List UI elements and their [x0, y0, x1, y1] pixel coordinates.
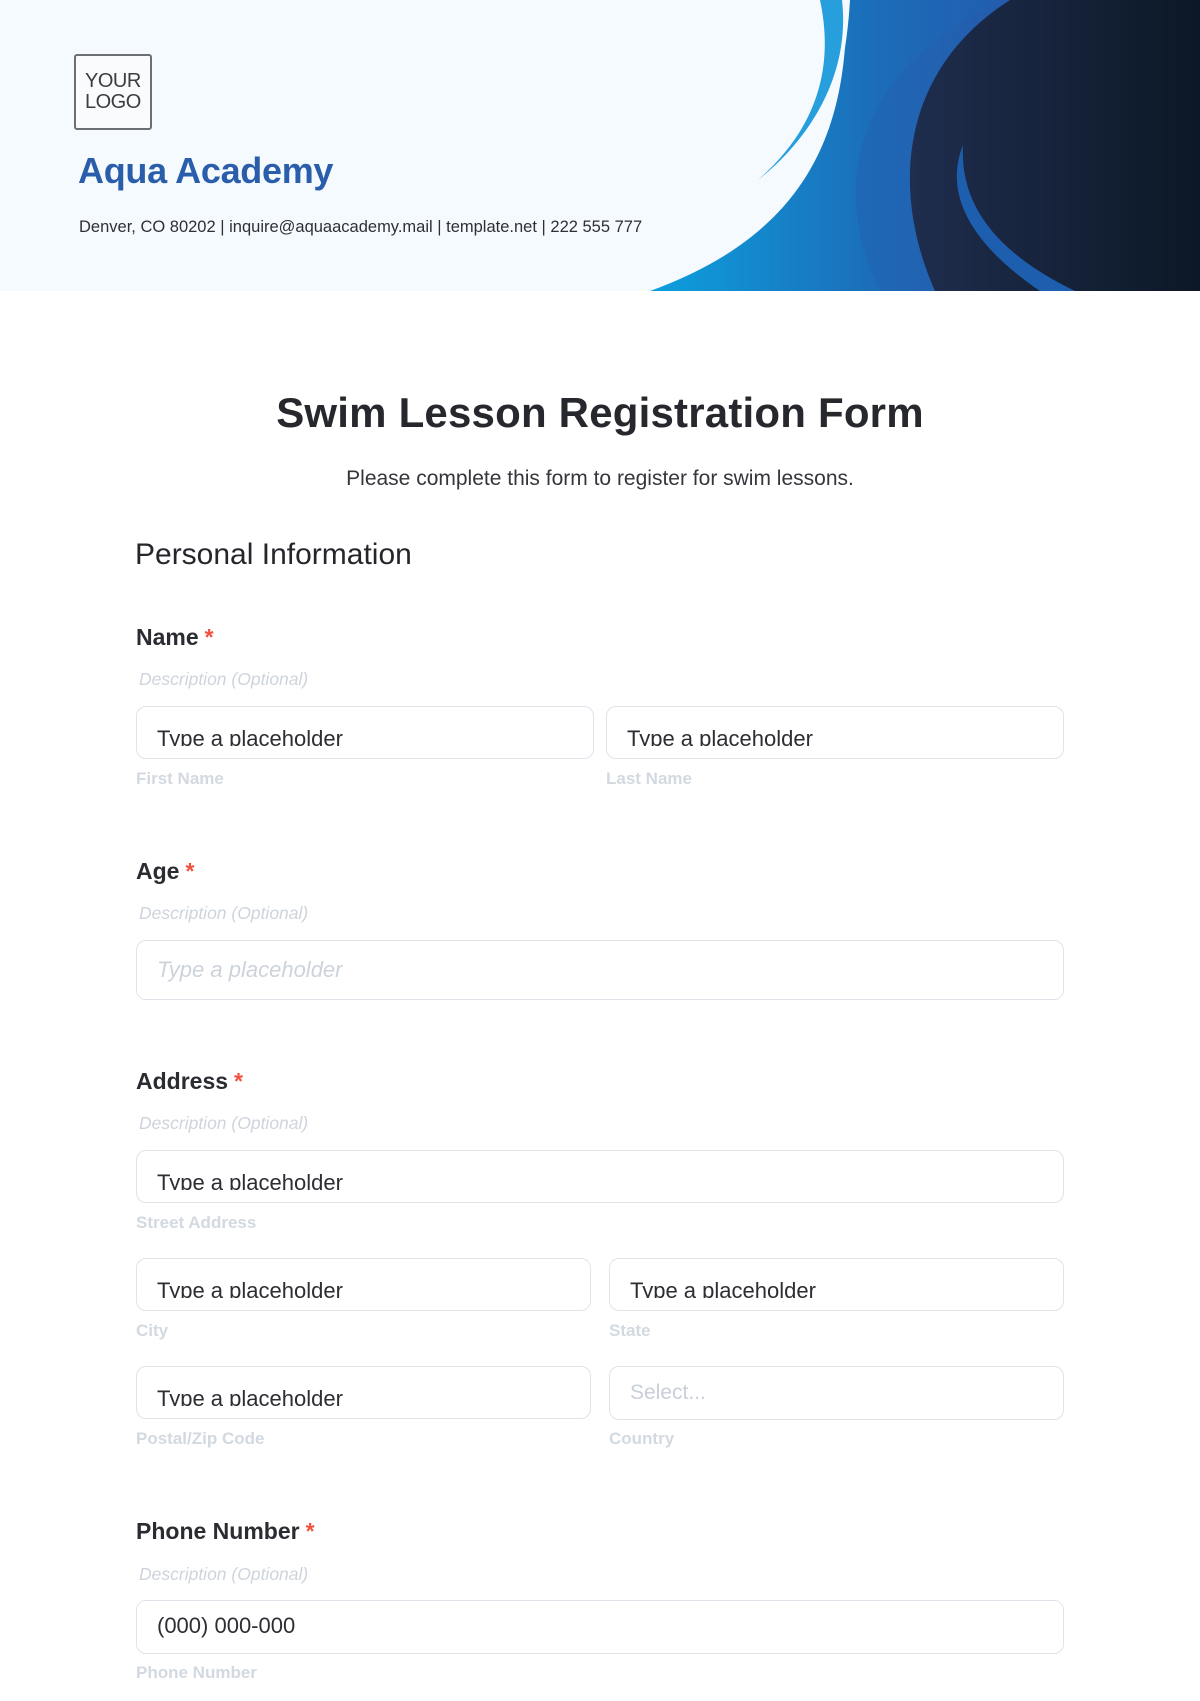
first-name-input[interactable]: Type a placeholder	[136, 706, 594, 759]
section-heading-personal-information: Personal Information	[135, 538, 412, 571]
country-select[interactable]: Select...	[609, 1366, 1064, 1420]
name-description: Description (Optional)	[139, 669, 309, 689]
street-address-sublabel: Street Address	[136, 1213, 257, 1232]
logo-line-1: YOUR	[85, 70, 141, 92]
letterhead-header: YOUR LOGO Aqua Academy Denver, CO 80202 …	[0, 0, 1200, 291]
phone-number-input[interactable]: (000) 000-000	[136, 1600, 1064, 1654]
postal-code-sublabel: Postal/Zip Code	[136, 1429, 265, 1448]
required-asterisk: *	[234, 1068, 243, 1094]
postal-code-input[interactable]: Type a placeholder	[136, 1366, 591, 1419]
address-description: Description (Optional)	[139, 1113, 309, 1133]
contact-info: Denver, CO 80202 | inquire@aquaacademy.m…	[79, 218, 643, 236]
logo-line-2: LOGO	[85, 91, 141, 113]
required-asterisk: *	[204, 624, 214, 650]
first-name-sublabel: First Name	[136, 769, 224, 788]
phone-number-label: Phone Number *	[136, 1518, 315, 1544]
age-input[interactable]: Type a placeholder	[136, 940, 1064, 1000]
organization-name: Aqua Academy	[78, 150, 334, 191]
age-description: Description (Optional)	[139, 903, 309, 923]
state-sublabel: State	[609, 1321, 651, 1340]
wave-decoration	[610, 0, 1200, 291]
country-sublabel: Country	[609, 1429, 675, 1448]
phone-number-description: Description (Optional)	[139, 1564, 309, 1584]
required-asterisk: *	[185, 858, 195, 884]
city-input[interactable]: Type a placeholder	[136, 1258, 591, 1311]
state-input[interactable]: Type a placeholder	[609, 1258, 1064, 1311]
address-label: Address *	[136, 1068, 243, 1094]
city-sublabel: City	[136, 1321, 169, 1340]
logo-placeholder: YOUR LOGO	[74, 54, 152, 130]
name-label: Name *	[136, 624, 214, 650]
age-label: Age *	[136, 858, 195, 884]
form-title: Swim Lesson Registration Form	[276, 389, 924, 436]
phone-number-sublabel: Phone Number	[136, 1663, 257, 1682]
last-name-sublabel: Last Name	[606, 769, 692, 788]
required-asterisk: *	[305, 1518, 315, 1544]
street-address-input[interactable]: Type a placeholder	[136, 1150, 1064, 1203]
form-subtitle: Please complete this form to register fo…	[346, 467, 854, 490]
last-name-input[interactable]: Type a placeholder	[606, 706, 1064, 759]
